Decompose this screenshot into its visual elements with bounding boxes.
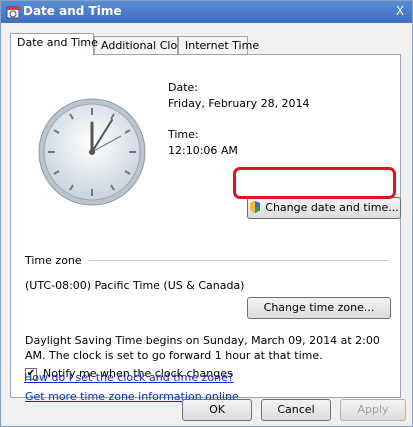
title-bar: Date and Time X xyxy=(1,1,412,23)
change-time-zone-button[interactable]: Change time zone... xyxy=(247,297,391,319)
date-label: Date: xyxy=(168,81,198,94)
time-value: 12:10:06 AM xyxy=(168,144,238,157)
analog-clock xyxy=(38,98,146,206)
apply-button[interactable]: Apply xyxy=(340,399,406,421)
ok-button[interactable]: OK xyxy=(182,399,252,421)
close-button[interactable]: X xyxy=(392,4,408,19)
time-zone-value: (UTC-08:00) Pacific Time (US & Canada) xyxy=(25,279,245,292)
cancel-button[interactable]: Cancel xyxy=(261,399,331,421)
how-to-set-clock-link[interactable]: How do I set the clock and time zone? xyxy=(24,371,234,384)
time-label: Time: xyxy=(168,128,199,141)
dialog-client-area: Date and Time Additional Clocks Internet… xyxy=(2,23,411,426)
date-time-dialog: Date and Time X Date and Time Additional… xyxy=(0,0,413,427)
red-highlight-box xyxy=(233,167,396,199)
tab-internet-time[interactable]: Internet Time xyxy=(178,36,259,55)
date-value: Friday, February 28, 2014 xyxy=(168,97,310,110)
time-zone-divider xyxy=(89,260,389,261)
dst-note: Daylight Saving Time begins on Sunday, M… xyxy=(25,334,380,362)
date-and-time-panel: Date: Friday, February 28, 2014 Time: 12… xyxy=(10,54,401,403)
close-icon: X xyxy=(395,4,405,18)
change-time-zone-label: Change time zone... xyxy=(263,301,375,314)
time-zone-section-label: Time zone xyxy=(25,254,82,267)
change-date-time-label: Change date and time... xyxy=(265,201,399,214)
tab-date-and-time[interactable]: Date and Time xyxy=(10,33,98,55)
change-date-time-button[interactable]: Change date and time... xyxy=(247,197,401,219)
clock-calendar-icon xyxy=(6,6,20,19)
window-title: Date and Time xyxy=(23,4,122,18)
tab-additional-clocks[interactable]: Additional Clocks xyxy=(94,36,195,55)
uac-shield-icon xyxy=(250,201,261,213)
